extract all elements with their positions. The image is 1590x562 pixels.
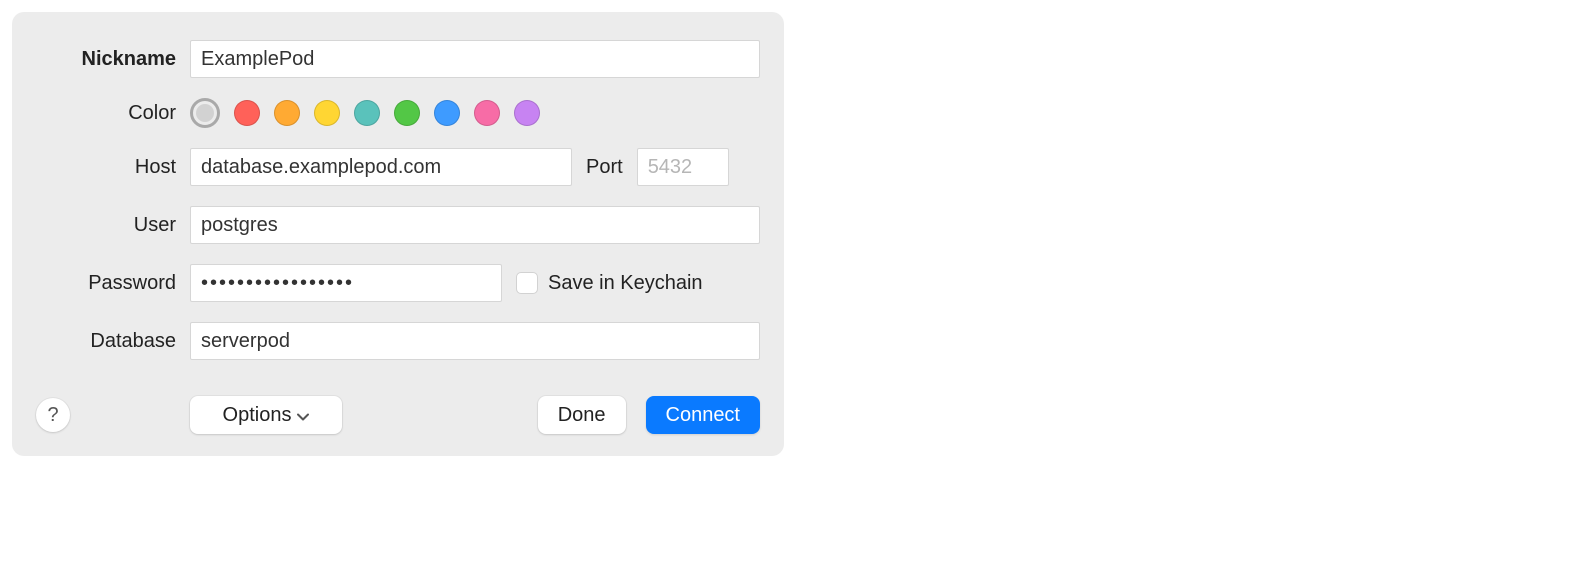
port-label: Port	[586, 156, 623, 179]
save-keychain-wrap: Save in Keychain	[516, 272, 703, 295]
color-swatch-green[interactable]	[394, 100, 420, 126]
help-button[interactable]: ?	[36, 398, 70, 432]
nickname-label: Nickname	[36, 48, 190, 71]
host-input[interactable]	[190, 148, 572, 186]
password-label: Password	[36, 272, 190, 295]
nickname-input[interactable]	[190, 40, 760, 78]
connect-button[interactable]: Connect	[646, 396, 761, 434]
color-swatch-yellow[interactable]	[314, 100, 340, 126]
connect-button-label: Connect	[666, 404, 741, 427]
footer-row: ? Options Done Connect	[36, 396, 760, 434]
footer-actions: Done Connect	[538, 396, 760, 434]
color-swatch-orange[interactable]	[274, 100, 300, 126]
color-swatches	[190, 98, 540, 128]
done-button-label: Done	[558, 404, 606, 427]
options-button-label: Options	[223, 404, 292, 427]
host-label: Host	[36, 156, 190, 179]
chevron-down-icon	[297, 404, 309, 427]
color-swatch-red[interactable]	[234, 100, 260, 126]
user-label: User	[36, 214, 190, 237]
row-nickname: Nickname	[36, 40, 760, 78]
password-input[interactable]	[190, 264, 502, 302]
color-swatch-purple[interactable]	[514, 100, 540, 126]
help-icon: ?	[47, 404, 58, 427]
database-label: Database	[36, 330, 190, 353]
database-input[interactable]	[190, 322, 760, 360]
connection-form-panel: Nickname Color Host Port User Password	[12, 12, 784, 456]
color-swatch-gray[interactable]	[190, 98, 220, 128]
row-host: Host Port	[36, 148, 760, 186]
row-color: Color	[36, 98, 760, 128]
row-password: Password Save in Keychain	[36, 264, 760, 302]
options-button[interactable]: Options	[190, 396, 342, 434]
color-swatch-teal[interactable]	[354, 100, 380, 126]
save-keychain-checkbox[interactable]	[516, 272, 538, 294]
port-input[interactable]	[637, 148, 729, 186]
row-user: User	[36, 206, 760, 244]
color-swatch-blue[interactable]	[434, 100, 460, 126]
color-label: Color	[36, 102, 190, 125]
color-swatch-pink[interactable]	[474, 100, 500, 126]
save-keychain-label: Save in Keychain	[548, 272, 703, 295]
done-button[interactable]: Done	[538, 396, 626, 434]
row-database: Database	[36, 322, 760, 360]
user-input[interactable]	[190, 206, 760, 244]
